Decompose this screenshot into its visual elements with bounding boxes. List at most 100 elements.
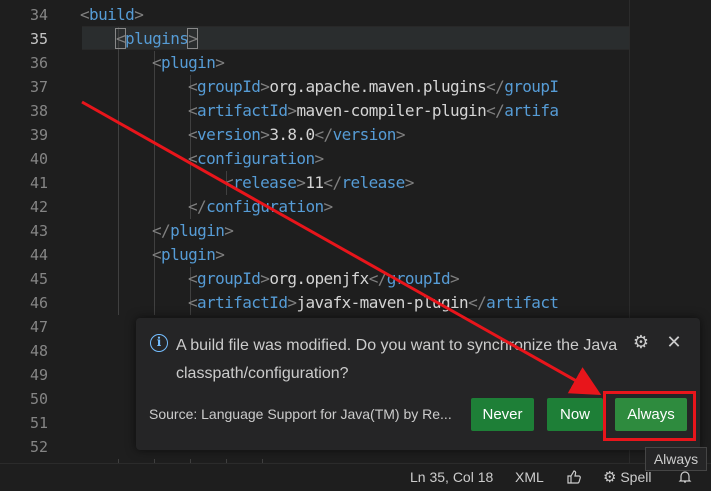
xml-bracket: < bbox=[188, 101, 198, 120]
always-tooltip: Always bbox=[645, 447, 707, 471]
xml-tag-name: version bbox=[332, 125, 397, 144]
indent-guide bbox=[118, 147, 119, 171]
spell-label: Spell bbox=[620, 469, 652, 485]
line-number: 49 bbox=[29, 366, 48, 384]
xml-bracket: > bbox=[215, 53, 225, 72]
feedback-icon[interactable] bbox=[566, 464, 582, 491]
gear-icon[interactable]: ⚙ bbox=[631, 332, 651, 352]
xml-bracket: < bbox=[188, 269, 198, 288]
info-icon: i bbox=[150, 334, 168, 352]
line-number: 40 bbox=[29, 150, 48, 168]
xml-bracket: < bbox=[224, 173, 234, 192]
xml-bracket: </ bbox=[486, 101, 505, 120]
code-line: 44 <plugin> bbox=[0, 243, 711, 267]
close-icon[interactable]: ✕ bbox=[664, 332, 684, 352]
xml-tag-name: artifactId bbox=[197, 101, 288, 120]
code-text: <version>3.8.0</version> bbox=[188, 123, 405, 147]
xml-bracket: > bbox=[260, 125, 270, 144]
line-number: 50 bbox=[29, 390, 48, 408]
code-line: 36 <plugin> bbox=[0, 51, 711, 75]
code-line: 41 <release>11</release> bbox=[0, 171, 711, 195]
xml-text: javafx-maven-plugin bbox=[296, 293, 469, 312]
code-line: 37 <groupId>org.apache.maven.plugins</gro… bbox=[0, 75, 711, 99]
indent-guide bbox=[154, 195, 155, 219]
line-number: 43 bbox=[29, 222, 48, 240]
xml-text: 3.8.0 bbox=[269, 125, 315, 144]
notification-message: A build file was modified. Do you want t… bbox=[176, 337, 618, 382]
xml-bracket: </ bbox=[314, 125, 334, 144]
code-text: <build> bbox=[80, 3, 144, 27]
code-text: <artifactId>javafx-maven-plugin</artifac… bbox=[188, 291, 559, 315]
indent-guide bbox=[118, 171, 119, 195]
xml-bracket: < bbox=[80, 5, 90, 24]
annotation-highlight-box bbox=[603, 391, 696, 441]
indent-guide bbox=[118, 51, 119, 75]
xml-tag-name: artifactId bbox=[197, 293, 288, 312]
indent-guide bbox=[154, 75, 155, 99]
cursor-position[interactable]: Ln 35, Col 18 bbox=[410, 464, 493, 491]
xml-tag-name: version bbox=[197, 125, 261, 144]
xml-bracket: </ bbox=[468, 293, 487, 312]
xml-tag-name: artifact bbox=[486, 293, 559, 312]
xml-tag-name: artifa bbox=[504, 101, 559, 120]
code-line: 45 <groupId>org.openjfx</groupId> bbox=[0, 267, 711, 291]
xml-text: 11 bbox=[305, 173, 324, 192]
xml-bracket: < bbox=[188, 293, 198, 312]
gear-icon: ⚙ bbox=[603, 469, 617, 486]
status-bar: Ln 35, Col 18 XML ⚙ Spell bbox=[0, 463, 711, 491]
xml-bracket: < bbox=[188, 149, 198, 168]
indent-guide bbox=[118, 219, 119, 243]
indent-guide bbox=[154, 291, 155, 315]
xml-bracket: </ bbox=[323, 173, 342, 192]
xml-bracket: > bbox=[134, 5, 144, 24]
xml-text: org.apache.maven.plugins bbox=[269, 77, 487, 96]
line-number: 52 bbox=[29, 438, 48, 456]
code-line: 42 </configuration> bbox=[0, 195, 711, 219]
xml-bracket: </ bbox=[152, 221, 171, 240]
xml-bracket: > bbox=[450, 269, 460, 288]
xml-bracket: > bbox=[260, 77, 270, 96]
line-number: 36 bbox=[29, 54, 48, 72]
xml-tag-name: groupId bbox=[386, 269, 451, 288]
language-mode[interactable]: XML bbox=[515, 464, 544, 491]
line-number: 46 bbox=[29, 294, 48, 312]
indent-guide bbox=[118, 123, 119, 147]
line-number: 41 bbox=[29, 174, 48, 192]
line-number: 39 bbox=[29, 126, 48, 144]
line-number: 38 bbox=[29, 102, 48, 120]
indent-guide bbox=[154, 99, 155, 123]
xml-bracket: < bbox=[114, 28, 127, 49]
indent-guide bbox=[154, 123, 155, 147]
line-number: 37 bbox=[29, 78, 48, 96]
xml-text: org.openjfx bbox=[269, 269, 369, 288]
code-text: </configuration> bbox=[188, 195, 333, 219]
xml-tag-name: release bbox=[341, 173, 405, 192]
notification-source: Source: Language Support for Java(TM) by… bbox=[149, 406, 452, 422]
xml-tag-name: configuration bbox=[197, 149, 315, 168]
code-line: 35 <plugins> bbox=[0, 27, 711, 51]
xml-tag-name: plugin bbox=[161, 53, 216, 72]
now-button[interactable]: Now bbox=[547, 398, 603, 431]
line-number: 34 bbox=[29, 6, 48, 24]
never-button[interactable]: Never bbox=[471, 398, 534, 431]
xml-tag-name: groupI bbox=[504, 77, 559, 96]
line-number: 45 bbox=[29, 270, 48, 288]
code-text: <plugin> bbox=[152, 243, 225, 267]
code-text: <plugins> bbox=[114, 27, 199, 51]
xml-tag-name: release bbox=[233, 173, 297, 192]
code-text: <artifactId>maven-compiler-plugin</artif… bbox=[188, 99, 559, 123]
xml-tag-name: build bbox=[89, 5, 135, 24]
code-line: 34 <build> bbox=[0, 3, 711, 27]
code-line: 43 </plugin> bbox=[0, 219, 711, 243]
xml-bracket: < bbox=[188, 125, 198, 144]
xml-tag-name: groupId bbox=[197, 269, 261, 288]
line-number: 35 bbox=[29, 30, 48, 48]
indent-guide bbox=[154, 171, 155, 195]
xml-bracket: > bbox=[314, 149, 324, 168]
code-text: </plugin> bbox=[152, 219, 234, 243]
xml-bracket: > bbox=[187, 28, 199, 49]
code-text: <plugin> bbox=[152, 51, 225, 75]
xml-bracket: > bbox=[395, 125, 406, 144]
line-number: 42 bbox=[29, 198, 48, 216]
xml-tag-name: plugins bbox=[125, 29, 189, 48]
